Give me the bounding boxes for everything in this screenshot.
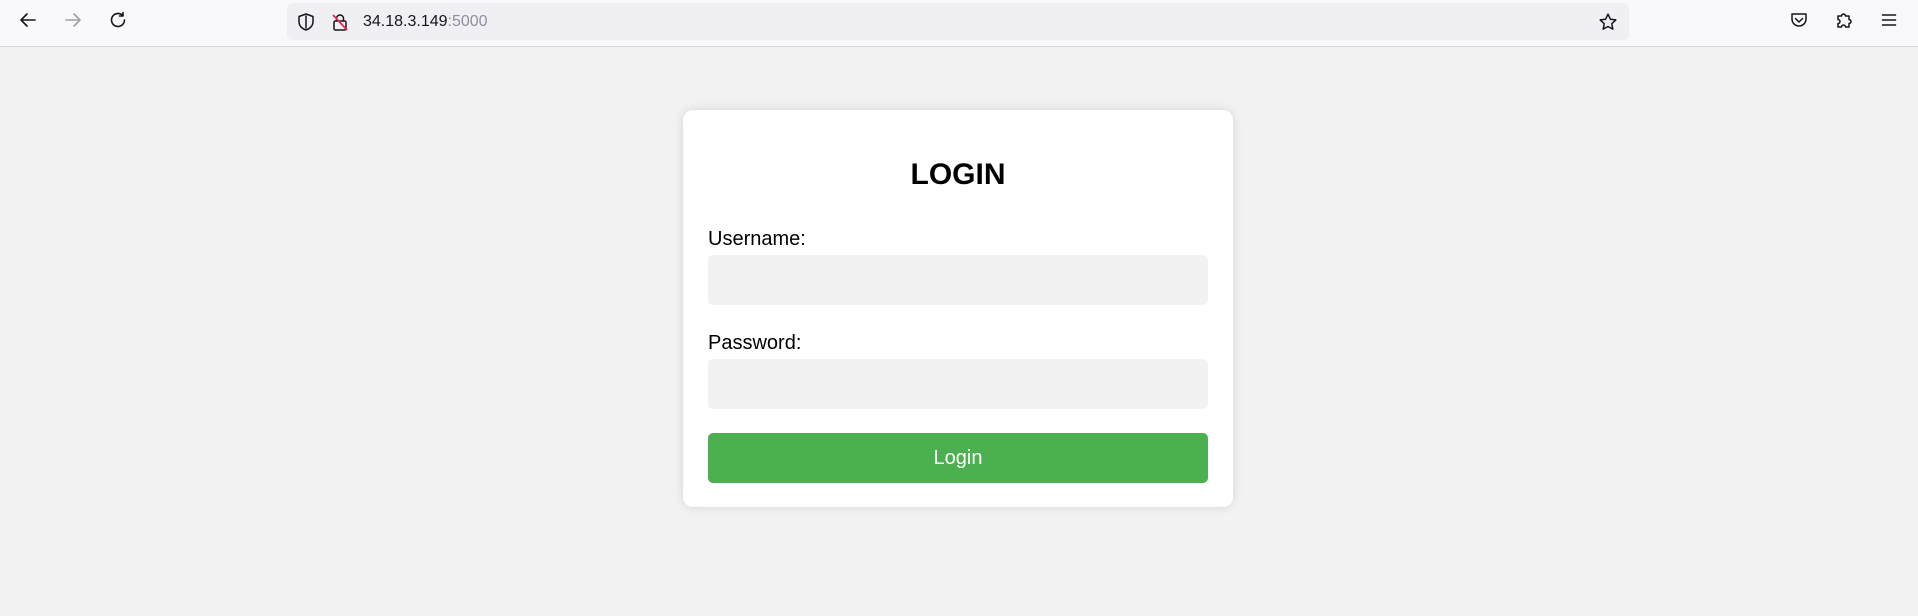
login-button[interactable]: Login [708, 433, 1208, 483]
forward-arrow-icon [63, 10, 83, 35]
pocket-icon [1789, 10, 1809, 35]
login-title: LOGIN [910, 158, 1006, 191]
username-input[interactable] [708, 255, 1208, 305]
pocket-button[interactable] [1783, 6, 1815, 38]
reload-button[interactable] [102, 6, 134, 38]
browser-toolbar: 34.18.3.149:5000 [0, 0, 1918, 47]
url-text[interactable]: 34.18.3.149:5000 [363, 3, 488, 40]
forward-button[interactable] [57, 6, 89, 38]
insecure-lock-icon[interactable] [329, 11, 351, 33]
star-icon[interactable] [1597, 11, 1619, 33]
password-input[interactable] [708, 359, 1208, 409]
url-host: 34.18.3.149 [363, 13, 448, 30]
puzzle-icon [1834, 10, 1854, 35]
hamburger-menu-icon [1879, 10, 1899, 35]
password-label: Password: [708, 332, 802, 354]
url-port: :5000 [447, 13, 488, 30]
menu-button[interactable] [1873, 6, 1905, 38]
login-card: LOGIN Username: Password: Login [683, 110, 1233, 507]
shield-icon[interactable] [295, 11, 317, 33]
extensions-button[interactable] [1828, 6, 1860, 38]
reload-icon [108, 10, 128, 35]
back-button[interactable] [12, 6, 44, 38]
back-arrow-icon [18, 10, 38, 35]
address-bar[interactable]: 34.18.3.149:5000 [287, 3, 1629, 40]
username-label: Username: [708, 228, 806, 250]
